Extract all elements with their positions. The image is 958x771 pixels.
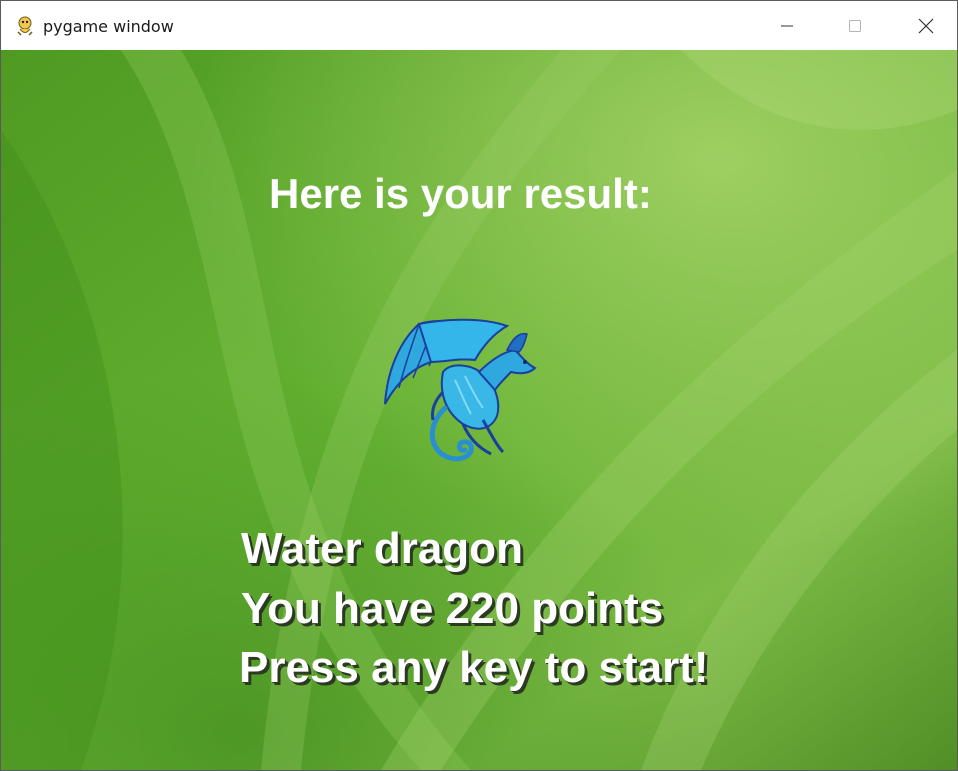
points-display: You have 220 points [241,584,664,633]
maximize-button[interactable] [823,1,887,50]
pygame-snake-icon [17,16,33,36]
water-dragon-icon [384,318,537,462]
minimize-button[interactable] [755,1,819,50]
result-heading: Here is your result: [269,170,652,217]
game-canvas[interactable]: Here is your result: Water dragon You ha… [1,50,957,770]
window-title: pygame window [43,17,174,36]
close-button[interactable] [894,1,957,50]
pygame-window: pygame window Here is your result: Water… [0,0,958,771]
maximize-icon [849,19,861,32]
minimize-icon [781,25,793,26]
dragon-result: Water dragon [241,524,523,573]
start-prompt: Press any key to start! [239,643,709,692]
close-icon [918,18,934,33]
title-bar[interactable]: pygame window [1,1,957,50]
